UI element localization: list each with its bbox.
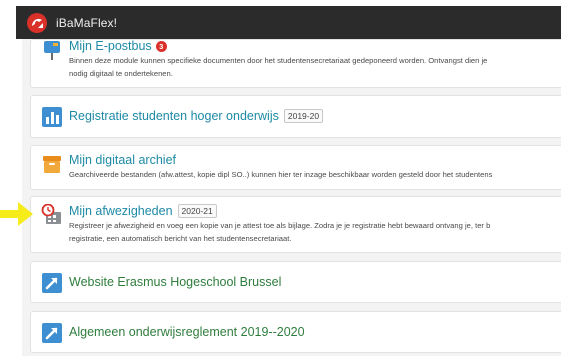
top-navbar: iBaMaFlex! xyxy=(16,6,561,39)
bar-chart-icon xyxy=(42,107,62,127)
card-website-erasmus[interactable]: Website Erasmus Hogeschool Brussel xyxy=(30,261,561,303)
calendar-clock-icon xyxy=(41,204,61,224)
card-title[interactable]: Mijn E-postbus xyxy=(69,40,152,53)
external-link-icon xyxy=(42,273,62,293)
app-logo-icon[interactable] xyxy=(26,12,48,34)
yellow-arrow-annotation-icon xyxy=(0,202,33,226)
card-registratie[interactable]: Registratie studenten hoger onderwijs 20… xyxy=(30,95,561,138)
card-title[interactable]: Website Erasmus Hogeschool Brussel xyxy=(69,275,281,289)
card-title[interactable]: Algemeen onderwijsreglement 2019--2020 xyxy=(69,325,305,339)
app-name[interactable]: iBaMaFlex! xyxy=(56,16,117,30)
year-badge: 2020-21 xyxy=(177,204,217,218)
card-description-line2: registratie, een automatisch bericht van… xyxy=(69,234,292,243)
card-description-line2: nodig digitaal te ondertekenen. xyxy=(69,69,173,78)
year-badge: 2019-20 xyxy=(283,109,324,123)
card-title[interactable]: Mijn afwezigheden xyxy=(69,204,173,218)
dashboard-content: Mijn E-postbus 3 Binnen deze module kunn… xyxy=(22,39,561,356)
card-e-postbus[interactable]: Mijn E-postbus 3 Binnen deze module kunn… xyxy=(30,39,561,88)
card-title[interactable]: Mijn digitaal archief xyxy=(69,153,176,167)
card-digitaal-archief[interactable]: Mijn digitaal archief Gearchiveerde best… xyxy=(30,145,561,190)
card-onderwijsreglement[interactable]: Algemeen onderwijsreglement 2019--2020 xyxy=(30,311,561,353)
card-title[interactable]: Registratie studenten hoger onderwijs xyxy=(69,109,279,123)
unread-count-badge: 3 xyxy=(155,40,167,52)
card-description: Registreer je afwezigheid en voeg een ko… xyxy=(69,221,491,230)
mailbox-icon xyxy=(44,41,60,60)
external-link-icon xyxy=(42,323,62,343)
card-description: Gearchiveerde bestanden (afw.attest, kop… xyxy=(69,170,493,179)
archive-box-icon xyxy=(43,156,61,173)
card-description: Binnen deze module kunnen specifieke doc… xyxy=(69,56,488,65)
card-afwezigheden[interactable]: Mijn afwezigheden 2020-21 Registreer je … xyxy=(30,196,561,253)
